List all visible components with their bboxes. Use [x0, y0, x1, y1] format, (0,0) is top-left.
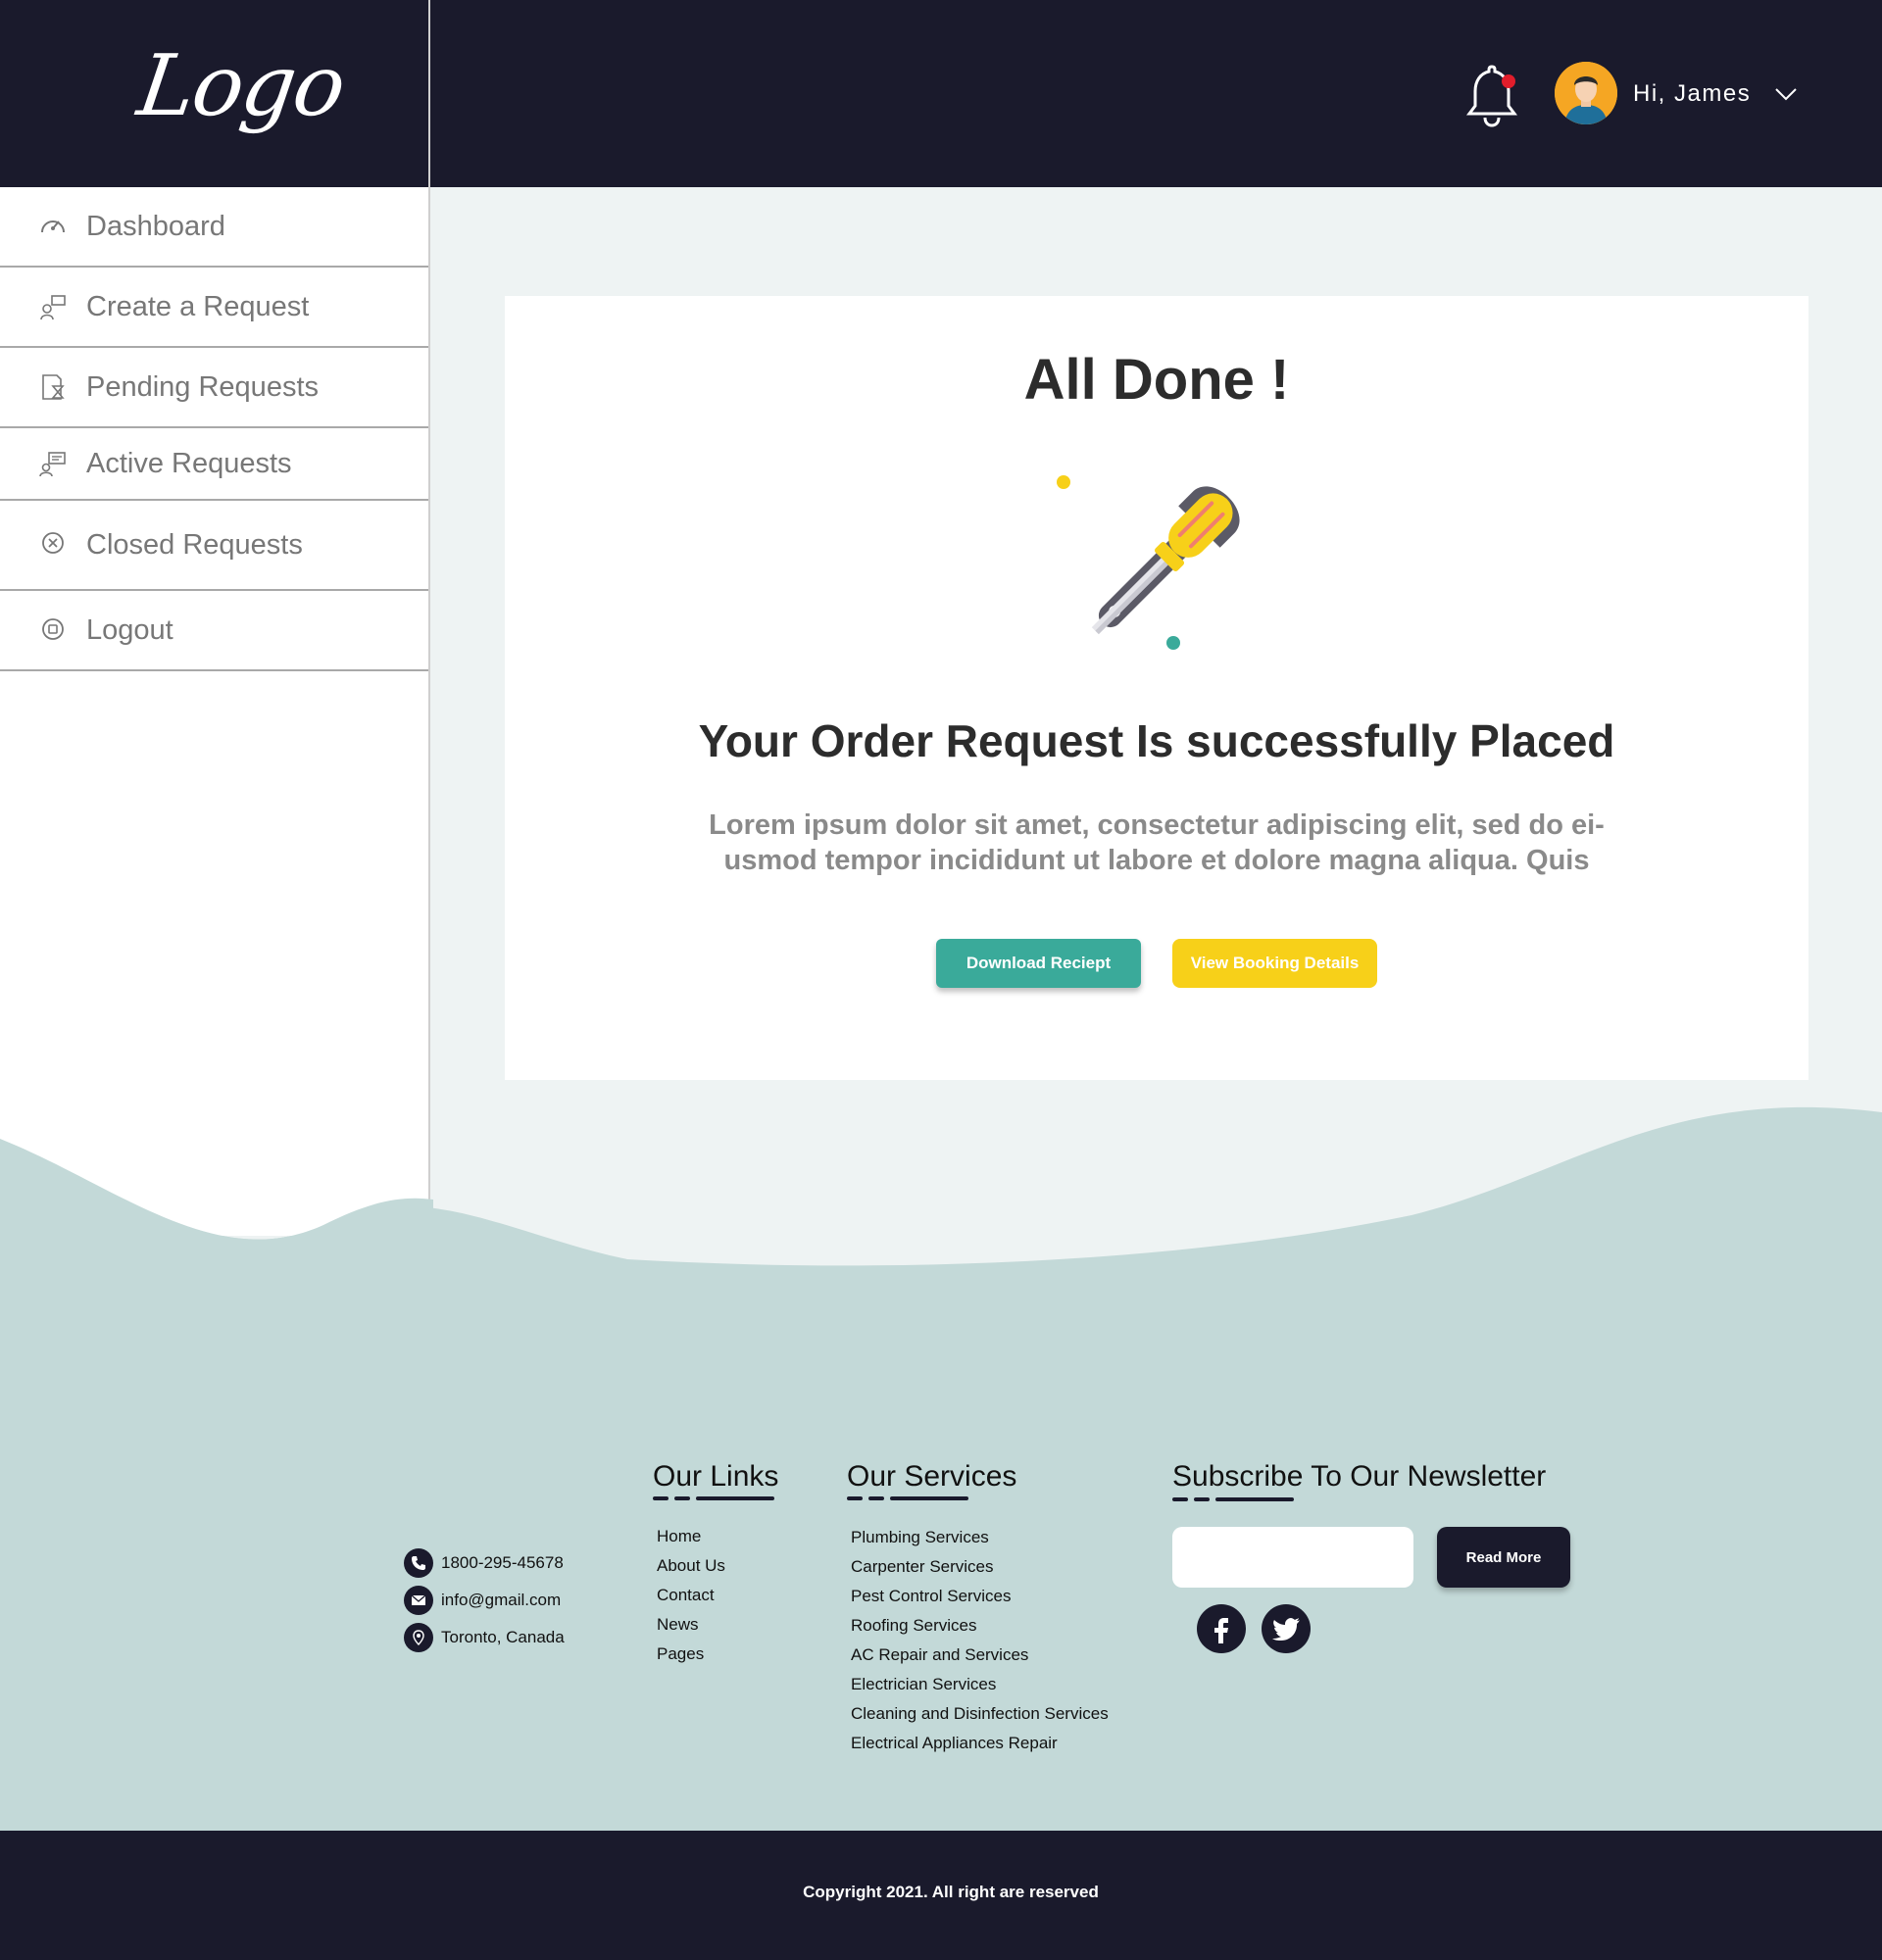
success-card: All Done ! Your Order Request Is success… — [505, 296, 1808, 1080]
copyright-text: Copyright 2021. All right are reserved — [803, 1883, 1099, 1901]
hourglass-document-icon — [42, 374, 65, 400]
contact-email-text: info@gmail.com — [441, 1591, 562, 1609]
sidebar-item-active-requests[interactable]: Active Requests — [0, 428, 428, 501]
links-heading: Our Links — [653, 1460, 779, 1493]
twitter-icon[interactable] — [1262, 1604, 1311, 1653]
contact-phone-text: 1800-295-45678 — [441, 1553, 564, 1572]
sidebar-item-dashboard[interactable]: Dashboard — [0, 187, 428, 268]
copyright-bar: Copyright 2021. All right are reserved — [0, 1831, 1882, 1960]
sidebar-item-logout[interactable]: Logout — [0, 591, 428, 671]
service-link-pest-control[interactable]: Pest Control Services — [851, 1582, 1109, 1611]
links-list: Home About Us Contact News Pages — [657, 1522, 725, 1669]
close-circle-icon — [42, 532, 64, 554]
services-heading: Our Services — [847, 1460, 1017, 1493]
sidebar-item-closed-requests[interactable]: Closed Requests — [0, 501, 428, 591]
services-list: Plumbing Services Carpenter Services Pes… — [851, 1523, 1109, 1758]
sidebar-item-pending-requests[interactable]: Pending Requests — [0, 348, 428, 428]
footer-contact: 1800-295-45678 info@gmail.com Toronto, C… — [404, 1544, 565, 1656]
sidebar-item-label: Create a Request — [86, 290, 310, 322]
sidebar-item-label: Dashboard — [86, 210, 225, 242]
logo-area: Logo — [0, 0, 430, 187]
success-description: Lorem ipsum dolor sit amet, consectetur … — [709, 809, 1605, 876]
page-title: All Done ! — [1023, 348, 1290, 412]
service-link-appliances[interactable]: Electrical Appliances Repair — [851, 1729, 1109, 1758]
newsletter-heading-underline — [1172, 1497, 1294, 1501]
newsletter-email-input[interactable] — [1172, 1527, 1413, 1588]
newsletter-heading: Subscribe To Our Newsletter — [1172, 1460, 1547, 1493]
create-request-icon — [40, 295, 66, 320]
top-header: Logo Hi, James — [0, 0, 1882, 187]
mail-icon — [404, 1586, 433, 1615]
user-avatar-icon — [1555, 62, 1617, 124]
avatar[interactable] — [1555, 62, 1617, 124]
service-link-electrician[interactable]: Electrician Services — [851, 1670, 1109, 1699]
phone-icon — [404, 1548, 433, 1578]
sidebar-item-create-request[interactable]: Create a Request — [0, 268, 428, 348]
download-receipt-button[interactable]: Download Reciept — [936, 939, 1141, 988]
logo[interactable]: Logo — [132, 37, 350, 135]
links-heading-underline — [653, 1496, 774, 1500]
sidebar-item-label: Logout — [86, 613, 173, 646]
contact-phone[interactable]: 1800-295-45678 — [404, 1544, 565, 1582]
service-link-carpenter[interactable]: Carpenter Services — [851, 1552, 1109, 1582]
sidebar-item-label: Closed Requests — [86, 528, 303, 561]
notification-dot — [1502, 74, 1515, 88]
read-more-button[interactable]: Read More — [1437, 1527, 1570, 1588]
footer-link-home[interactable]: Home — [657, 1522, 725, 1551]
contact-email[interactable]: info@gmail.com — [404, 1582, 565, 1619]
view-booking-details-button[interactable]: View Booking Details — [1172, 939, 1377, 988]
logout-icon — [42, 618, 64, 640]
footer-link-pages[interactable]: Pages — [657, 1640, 725, 1669]
sidebar-wave-overlay — [0, 1139, 433, 1254]
notification-bell-icon[interactable] — [1464, 61, 1519, 127]
service-link-ac-repair[interactable]: AC Repair and Services — [851, 1641, 1109, 1670]
user-greeting[interactable]: Hi, James — [1633, 80, 1751, 108]
contact-location-text: Toronto, Canada — [441, 1628, 565, 1646]
service-link-plumbing[interactable]: Plumbing Services — [851, 1523, 1109, 1552]
success-subtitle: Your Order Request Is successfully Place… — [698, 715, 1615, 766]
location-pin-icon — [404, 1623, 433, 1652]
facebook-icon[interactable] — [1197, 1604, 1246, 1653]
sidebar-item-label: Active Requests — [86, 447, 292, 479]
footer-link-contact[interactable]: Contact — [657, 1581, 725, 1610]
service-link-cleaning[interactable]: Cleaning and Disinfection Services — [851, 1699, 1109, 1729]
chat-user-icon — [39, 452, 66, 477]
services-heading-underline — [847, 1496, 968, 1500]
sidebar-item-label: Pending Requests — [86, 370, 319, 403]
service-link-roofing[interactable]: Roofing Services — [851, 1611, 1109, 1641]
footer-link-news[interactable]: News — [657, 1610, 725, 1640]
wrench-screwdriver-icon — [1057, 475, 1240, 650]
contact-location[interactable]: Toronto, Canada — [404, 1619, 565, 1656]
chevron-down-icon[interactable] — [1774, 86, 1798, 102]
footer-link-about-us[interactable]: About Us — [657, 1551, 725, 1581]
speedometer-icon — [41, 220, 65, 233]
